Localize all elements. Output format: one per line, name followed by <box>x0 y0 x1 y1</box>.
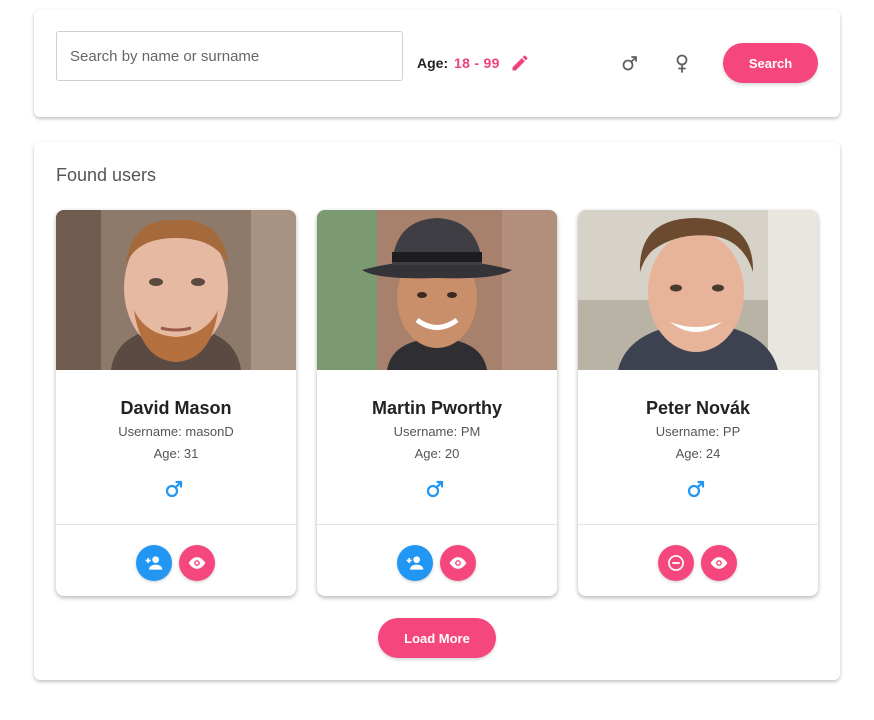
eye-icon <box>188 557 206 569</box>
user-username: Username: PP <box>655 424 741 439</box>
search-button[interactable]: Search <box>723 43 818 83</box>
add-friend-button[interactable] <box>136 545 172 581</box>
minus-circle-icon <box>668 555 684 571</box>
user-name: David Mason <box>120 398 232 418</box>
person-add-icon <box>406 556 424 570</box>
view-profile-button[interactable] <box>179 545 215 581</box>
person-add-icon <box>145 556 163 570</box>
card-divider <box>578 524 818 525</box>
user-card: David Mason Username: masonD Age: 31 <box>56 210 296 596</box>
user-photo <box>317 210 557 370</box>
card-divider <box>317 524 557 525</box>
search-panel: Age: 18 - 99 Search <box>34 10 840 117</box>
user-photo <box>578 210 818 370</box>
user-username: Username: masonD <box>118 424 234 439</box>
male-symbol-icon <box>162 477 186 501</box>
search-input[interactable] <box>56 31 403 81</box>
male-symbol-icon <box>423 477 447 501</box>
male-symbol-icon <box>684 477 708 501</box>
view-profile-button[interactable] <box>701 545 737 581</box>
user-username: Username: PM <box>393 424 481 439</box>
user-age: Age: 31 <box>153 446 199 461</box>
user-name: Peter Novák <box>645 398 751 418</box>
male-filter-icon[interactable] <box>618 51 642 75</box>
age-label: Age: <box>417 55 449 71</box>
section-title: Found users <box>56 165 157 185</box>
pencil-icon[interactable] <box>510 53 530 73</box>
results-panel: Found users David Mason Username: masonD… <box>34 142 840 680</box>
card-divider <box>56 524 296 525</box>
add-friend-button[interactable] <box>397 545 433 581</box>
load-more-button[interactable]: Load More <box>378 618 496 658</box>
user-age: Age: 20 <box>414 446 460 461</box>
user-name: Martin Pworthy <box>371 398 502 418</box>
user-card: Martin Pworthy Username: PM Age: 20 <box>317 210 557 596</box>
eye-icon <box>449 557 467 569</box>
user-age: Age: 24 <box>675 446 721 461</box>
user-photo <box>56 210 296 370</box>
user-card: Peter Novák Username: PP Age: 24 <box>578 210 818 596</box>
view-profile-button[interactable] <box>440 545 476 581</box>
age-range-value: 18 - 99 <box>454 55 500 71</box>
remove-friend-button[interactable] <box>658 545 694 581</box>
eye-icon <box>710 557 728 569</box>
female-filter-icon[interactable] <box>670 51 694 75</box>
